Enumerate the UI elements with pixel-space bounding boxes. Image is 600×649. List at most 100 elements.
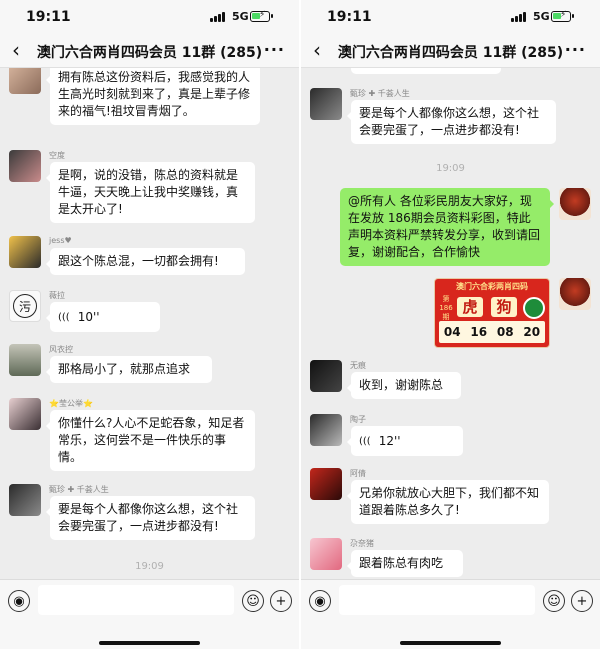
add-icon[interactable]: + [270,590,292,612]
message-item: 风衣控 那格局小了，就那点追求 [9,344,290,390]
avatar[interactable] [9,150,41,182]
voice-input-icon[interactable]: ◉ [8,590,30,612]
home-indicator [99,641,200,645]
back-chevron-icon[interactable]: ‹ [12,40,20,60]
message-bubble[interactable]: 收到，谢谢陈总 [347,372,461,399]
avatar[interactable] [9,236,41,268]
sender-name: ⭐莹公举⭐ [49,399,93,408]
avatar[interactable]: 污 [9,290,41,322]
sender-name: 尕奈猪 [350,539,374,548]
avatar[interactable] [9,68,41,94]
sender-name: 薇拉 [49,291,65,300]
home-indicator [400,641,501,645]
right-phone-screen: 19:11 5G ⚡ ‹ 澳门六合两肖四码会员 11群 (285) ··· 甄珍… [301,0,600,649]
network-type: 5G [232,10,249,23]
message-item: 澳门六合彩两肖四码 第 186 期 虎 狗 04 16 08 20 [310,278,591,352]
chat-title: 澳门六合两肖四码会员 11群 (285) [36,45,263,61]
avatar[interactable] [310,538,342,570]
poster-heading: 澳门六合彩两肖四码 [456,282,528,291]
message-item: 阿倩 兄弟你就放心大胆下，我们都不知道跟着陈总多久了! [310,468,591,532]
message-item: 空度 是啊，说的没错，陈总的资料就是牛逼，天天晚上让我中奖赚钱，真是太开心了! [9,150,290,230]
battery-icon: ⚡ [551,10,574,22]
voice-wave-icon: ((( [58,311,70,323]
message-bubble[interactable]: 跟着陈总有肉吃 [347,550,463,577]
add-icon[interactable]: + [571,590,593,612]
avatar[interactable] [310,468,342,500]
timestamp: 19:09 [436,163,465,174]
avatar-logo: 污 [13,294,37,318]
poster-zodiac-1: 虎 [457,297,483,317]
chat-title: 澳门六合两肖四码会员 11群 (285) [337,45,564,61]
left-phone-screen: 19:11 5G ⚡ ‹ 澳门六合两肖四码会员 11群 (285) ··· 拥有… [0,0,299,649]
voice-message[interactable]: ((( 10'' [46,302,160,332]
signal-icon [511,12,526,22]
status-time: 19:11 [327,9,372,25]
message-item: ⭐莹公举⭐ 你懂什么?人心不足蛇吞象，知足者常乐，这何尝不是一件快乐的事情。 [9,398,290,476]
message-item: 陶子 ((( 12'' [310,414,591,460]
voice-message[interactable]: ((( 12'' [347,426,463,456]
message-input[interactable] [339,585,535,615]
message-item: 甄珍 ✚ 千荟人生 要是每个人都像你这么想，这个社会要完蛋了，一点进步都没有! [310,88,591,152]
poster-zodiac-2: 狗 [491,297,517,317]
message-bubble[interactable]: 是啊，说的没错，陈总的资料就是牛逼，天天晚上让我中奖赚钱，真是太开心了! [46,162,255,223]
emoji-icon[interactable]: ☺ [543,590,565,612]
announcement-bubble[interactable]: @所有人 各位彩民朋友大家好，现在发放 186期会员资料彩图，特此声明本资料严禁… [340,188,554,266]
back-chevron-icon[interactable]: ‹ [313,40,321,60]
message-item: 无痕 收到，谢谢陈总 [310,360,591,406]
status-bar: 19:11 5G ⚡ [301,0,600,34]
avatar[interactable] [9,398,41,430]
message-bubble[interactable]: 要是每个人都像你这么想，这个社会要完蛋了，一点进步都没有! [46,496,255,540]
message-bubble[interactable]: 兄弟你就放心大胆下，我们都不知道跟着陈总多久了! [347,480,549,524]
message-bubble[interactable]: 拥有陈总这份资料后，我感觉我的人生高光时刻就到来了，真是上辈子修来的福气!祖坟冒… [46,68,260,125]
lottery-poster-image[interactable]: 澳门六合彩两肖四码 第 186 期 虎 狗 04 16 08 20 [434,278,550,348]
signal-icon [210,12,225,22]
sender-name: 空度 [49,151,65,160]
message-list[interactable]: 甄珍 ✚ 千荟人生 要是每个人都像你这么想，这个社会要完蛋了，一点进步都没有! … [301,68,600,579]
message-bubble[interactable]: 要是每个人都像你这么想，这个社会要完蛋了，一点进步都没有! [347,100,556,144]
input-bar: ◉ ☺ + [301,579,600,649]
voice-wave-icon: ((( [359,435,371,447]
poster-number: 04 [443,325,461,339]
message-bubble-clipped [351,68,501,74]
voice-duration: 12'' [378,433,401,448]
avatar[interactable] [310,414,342,446]
poster-number: 08 [496,325,514,339]
poster-numbers: 04 16 08 20 [439,321,545,343]
avatar[interactable] [310,360,342,392]
voice-duration: 10'' [77,309,100,324]
avatar[interactable] [559,188,591,220]
message-item: 拥有陈总这份资料后，我感觉我的人生高光时刻就到来了，真是上辈子修来的福气!祖坟冒… [9,68,290,125]
message-bubble[interactable]: 跟这个陈总混，一切都会拥有! [46,248,245,275]
network-type: 5G [533,10,550,23]
sender-name: jess♥ [49,236,72,245]
poster-number: 16 [470,325,488,339]
more-options-icon[interactable]: ··· [264,40,285,59]
avatar[interactable] [559,278,591,310]
sender-name: 陶子 [350,415,366,424]
avatar[interactable] [310,88,342,120]
avatar[interactable] [9,344,41,376]
message-list[interactable]: 拥有陈总这份资料后，我感觉我的人生高光时刻就到来了，真是上辈子修来的福气!祖坟冒… [0,68,299,579]
message-input[interactable] [38,585,234,615]
poster-period: 第 186 期 [439,295,453,321]
more-options-icon[interactable]: ··· [565,40,586,59]
emoji-icon[interactable]: ☺ [242,590,264,612]
avatar[interactable] [9,484,41,516]
status-bar: 19:11 5G ⚡ [0,0,299,34]
battery-icon: ⚡ [250,10,273,22]
message-item: 甄珍 ✚ 千荟人生 要是每个人都像你这么想，这个社会要完蛋了，一点进步都没有! [9,484,290,548]
message-item: @所有人 各位彩民朋友大家好，现在发放 186期会员资料彩图，特此声明本资料严禁… [310,188,591,270]
message-item: 尕奈猪 跟着陈总有肉吃 [310,538,591,579]
message-item: jess♥ 跟这个陈总混，一切都会拥有! [9,236,290,282]
message-bubble[interactable]: 你懂什么?人心不足蛇吞象，知足者常乐，这何尝不是一件快乐的事情。 [46,410,255,471]
message-bubble[interactable]: 那格局小了，就那点追求 [46,356,212,383]
input-bar: ◉ ☺ + [0,579,299,649]
sender-name: 甄珍 ✚ 千荟人生 [350,89,410,98]
message-item: 污 薇拉 ((( 10'' [9,290,290,336]
status-time: 19:11 [26,9,71,25]
sender-name: 阿倩 [350,469,366,478]
voice-input-icon[interactable]: ◉ [309,590,331,612]
chat-header: ‹ 澳门六合两肖四码会员 11群 (285) ··· [301,34,600,68]
poster-emblem [523,297,545,319]
timestamp: 19:09 [135,561,164,572]
